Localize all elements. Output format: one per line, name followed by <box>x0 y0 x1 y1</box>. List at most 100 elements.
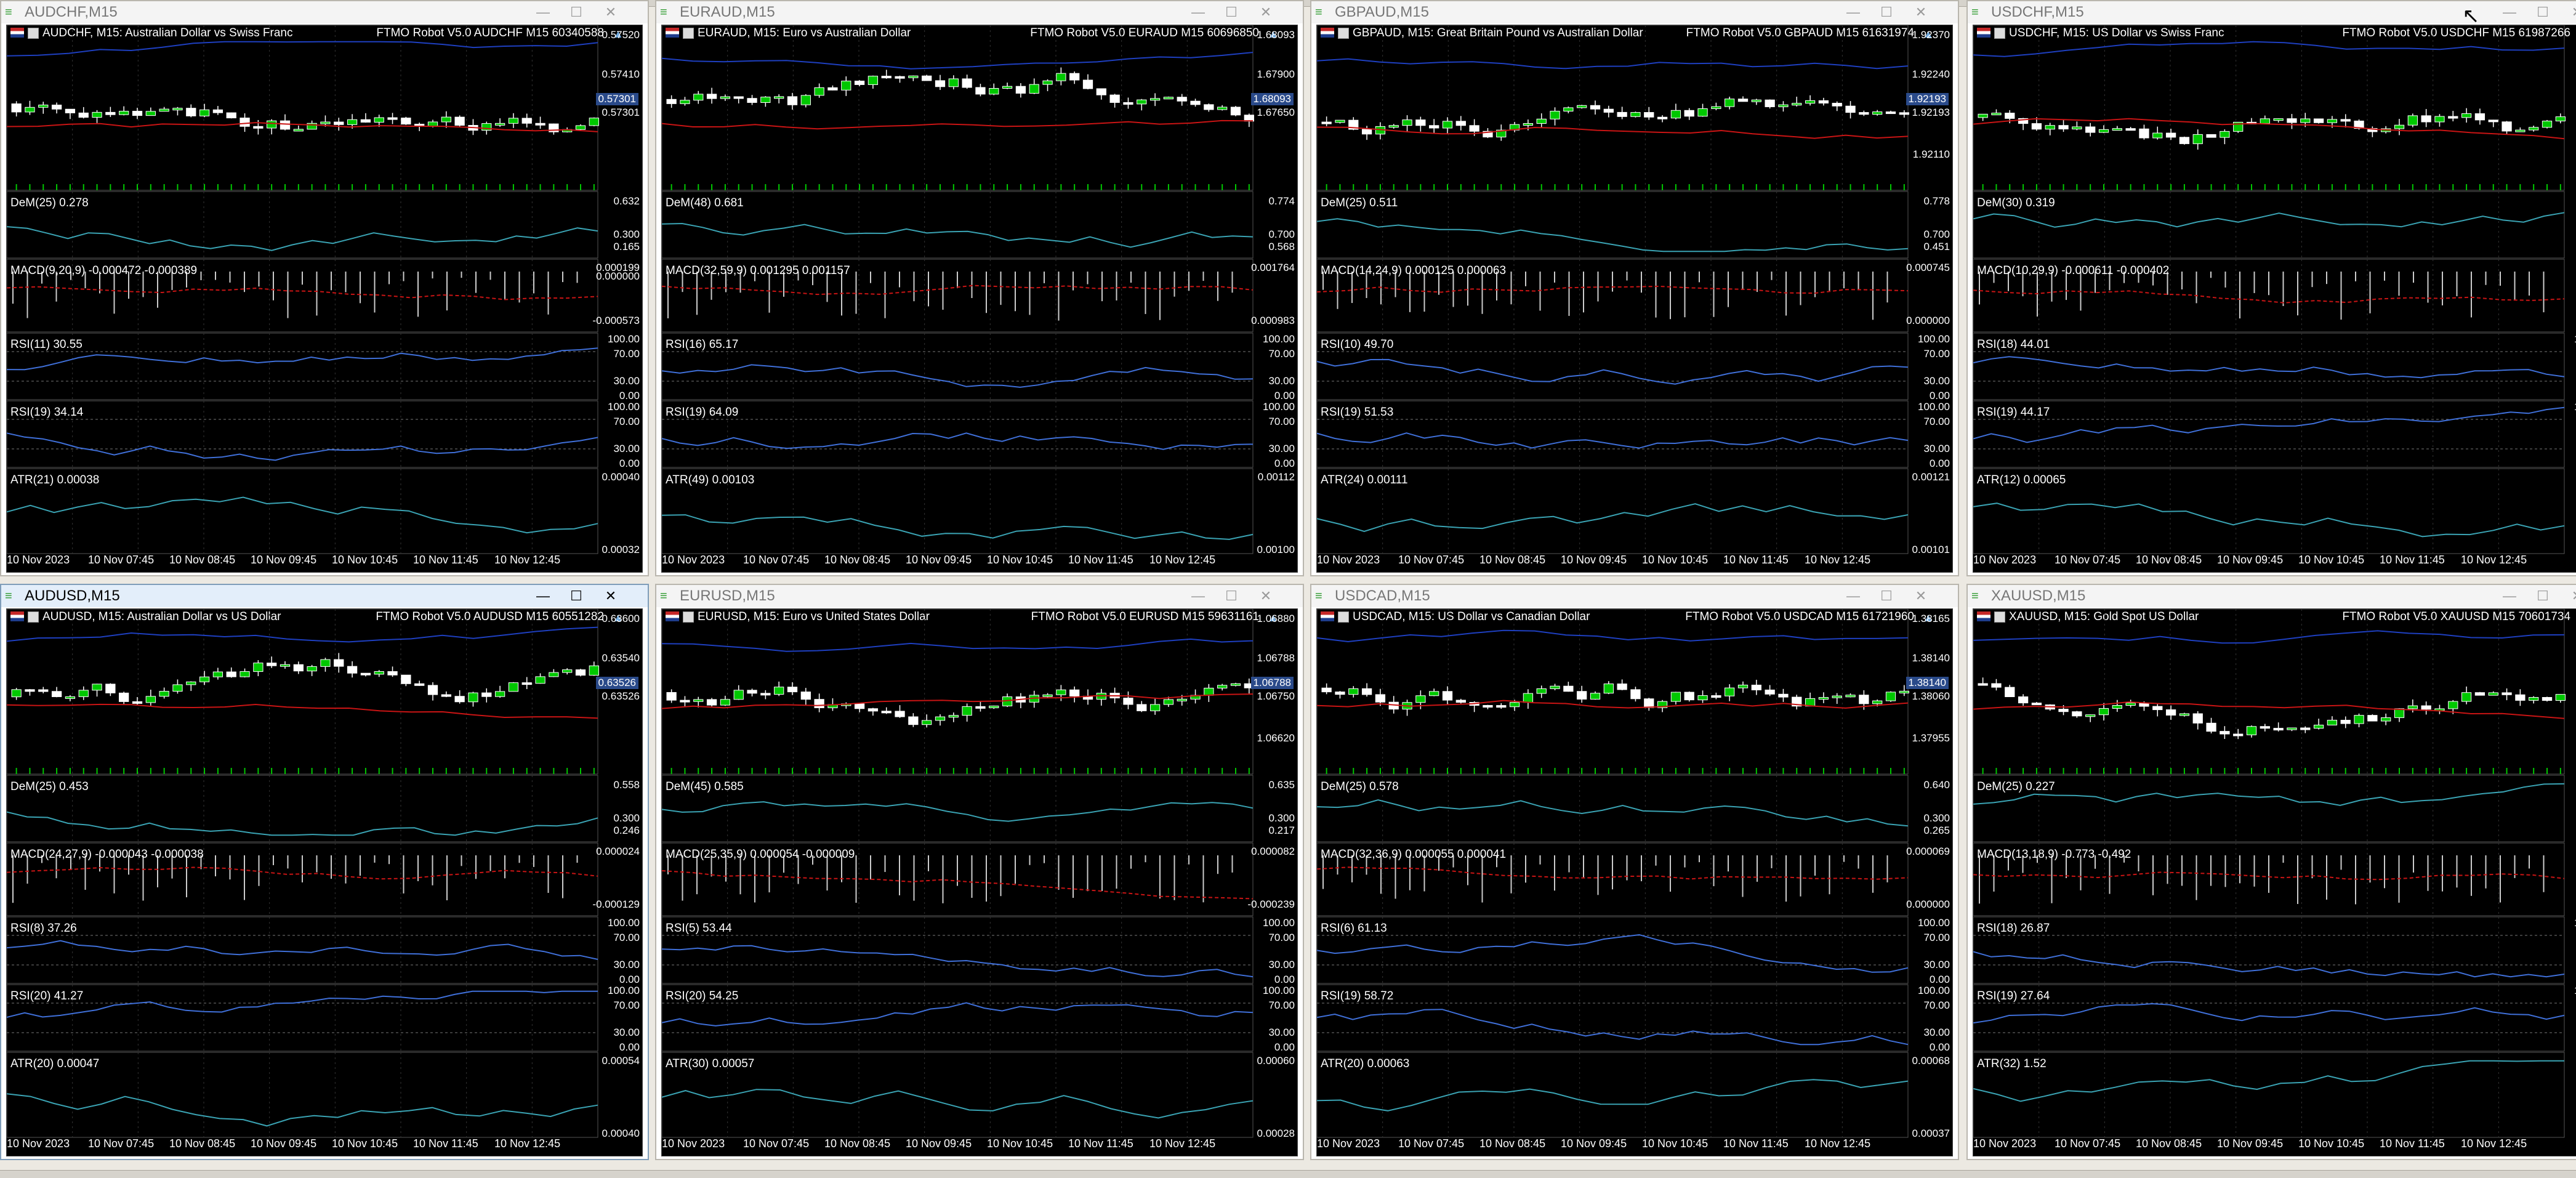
time-axis-label: 10 Nov 08:45 <box>1479 554 1546 566</box>
chart-canvas[interactable]: AUDUSD, M15: Australian Dollar vs US Dol… <box>6 608 643 1156</box>
rsi1-pane-frame <box>7 333 598 400</box>
close-button[interactable]: ✕ <box>2565 586 2576 606</box>
rsi-axis-tick: 70.00 <box>613 932 640 943</box>
window-titlebar[interactable]: ≡ USDCAD,M15 — ☐ ✕ <box>1311 585 1958 607</box>
window-titlebar[interactable]: ≡ USDCHF,M15 — ☐ ✕ <box>1968 1 2576 23</box>
rsi-axis-tick: 100.00 <box>1263 333 1295 345</box>
maximize-button[interactable]: ☐ <box>1874 2 1899 22</box>
time-axis-label: 10 Nov 2023 <box>662 1137 725 1150</box>
minimize-button[interactable]: — <box>1841 586 1866 606</box>
chart-canvas[interactable]: EURUSD, M15: Euro vs United States Dolla… <box>661 608 1298 1156</box>
chart-canvas[interactable]: EURAUD, M15: Euro vs Australian Dollar F… <box>661 25 1298 573</box>
chart-window-gbpaud[interactable]: ≡ GBPAUD,M15 — ☐ ✕ GBPAUD, M15: Great Br… <box>1310 0 1959 576</box>
candle <box>1015 86 1026 94</box>
window-titlebar[interactable]: ≡ GBPAUD,M15 — ☐ ✕ <box>1311 1 1958 23</box>
candle <box>549 672 559 677</box>
minimize-button[interactable]: — <box>2497 2 2522 22</box>
time-axis-label: 10 Nov 10:45 <box>332 1137 398 1150</box>
minimize-button[interactable]: — <box>1186 586 1210 606</box>
macd-axis-tick: 0.000024 <box>596 845 640 857</box>
maximize-button[interactable]: ☐ <box>1219 586 1244 606</box>
rsi-label: RSI(20) 41.27 <box>10 990 84 1003</box>
close-button[interactable]: ✕ <box>1909 2 1933 22</box>
close-button[interactable]: ✕ <box>2565 2 2576 22</box>
chart-tabs-bar[interactable] <box>0 1170 2576 1178</box>
atr-label: ATR(32) 1.52 <box>1977 1057 2047 1070</box>
window-titlebar[interactable]: ≡ EURUSD,M15 — ☐ ✕ <box>656 585 1303 607</box>
price-axis-tick: 0.57301 <box>602 107 640 118</box>
candle <box>1361 688 1372 695</box>
candle <box>253 663 264 672</box>
minimize-button[interactable]: — <box>531 2 555 22</box>
maximize-button[interactable]: ☐ <box>2530 586 2555 606</box>
minimize-button[interactable]: — <box>2497 586 2522 606</box>
maximize-button[interactable]: ☐ <box>564 586 589 606</box>
demarker-line <box>1973 212 2565 228</box>
chart-tab-icon: ≡ <box>5 6 12 19</box>
window-titlebar[interactable]: ≡ XAUUSD,M15 — ☐ ✕ <box>1968 585 2576 607</box>
rsi-axis-tick: 30.00 <box>1923 375 1950 387</box>
candle <box>1711 695 1721 698</box>
window-titlebar[interactable]: ≡ AUDCHF,M15 — ☐ ✕ <box>1 1 648 23</box>
chart-window-audusd[interactable]: ≡ AUDUSD,M15 — ☐ ✕ AUDUSD, M15: Australi… <box>0 584 649 1160</box>
window-titlebar[interactable]: ≡ AUDUSD,M15 — ☐ ✕ <box>1 585 648 607</box>
price-axis-tick: 1.92193 <box>1912 107 1950 118</box>
rsi-axis-tick: 30.00 <box>613 443 640 454</box>
candle <box>800 95 811 105</box>
candle <box>881 76 892 79</box>
price-pane-frame <box>1973 609 2565 775</box>
candle <box>1042 694 1053 697</box>
minimize-button[interactable]: — <box>1186 2 1210 22</box>
close-button[interactable]: ✕ <box>598 2 623 22</box>
chart-window-xauusd[interactable]: ≡ XAUUSD,M15 — ☐ ✕ XAUUSD, M15: Gold Spo… <box>1966 584 2576 1160</box>
demarker-axis-tick: 0.774 <box>1268 195 1295 207</box>
chart-window-usdchf[interactable]: ≡ USDCHF,M15 — ☐ ✕ USDCHF, M15: US Dolla… <box>1966 0 2576 576</box>
candle <box>1149 98 1161 101</box>
candle <box>25 689 35 692</box>
chart-canvas[interactable]: GBPAUD, M15: Great Britain Pound vs Aust… <box>1316 25 1953 573</box>
time-axis-label: 10 Nov 12:45 <box>1149 554 1216 566</box>
rsi-axis-tick: 100.00 <box>1918 333 1950 345</box>
candle <box>212 671 223 677</box>
chart-tab-icon: ≡ <box>1971 6 1979 19</box>
atr-pane-frame <box>1973 1052 2565 1138</box>
window-titlebar[interactable]: ≡ EURAUD,M15 — ☐ ✕ <box>656 1 1303 23</box>
atr-line <box>1317 503 1909 532</box>
chart-canvas[interactable]: USDCAD, M15: US Dollar vs Canadian Dolla… <box>1316 608 1953 1156</box>
close-button[interactable]: ✕ <box>1254 586 1278 606</box>
maximize-button[interactable]: ☐ <box>564 2 589 22</box>
minimize-button[interactable]: — <box>1841 2 1866 22</box>
chart-canvas[interactable]: XAUUSD, M15: Gold Spot US Dollar FTMO Ro… <box>1973 608 2576 1156</box>
time-axis-label: 10 Nov 07:45 <box>1398 554 1465 566</box>
rsi-label: RSI(5) 53.44 <box>666 922 732 935</box>
rsi1-pane-frame <box>1317 916 1909 984</box>
candle <box>1402 119 1412 126</box>
rsi1-pane-frame <box>7 916 598 984</box>
candle <box>1056 73 1066 81</box>
chart-window-eurusd[interactable]: ≡ EURUSD,M15 — ☐ ✕ EURUSD, M15: Euro vs … <box>655 584 1304 1160</box>
time-axis-label: 10 Nov 08:45 <box>1479 1137 1546 1150</box>
candle <box>307 666 317 672</box>
minimize-button[interactable]: — <box>531 586 555 606</box>
maximize-button[interactable]: ☐ <box>1874 586 1899 606</box>
chart-window-usdcad[interactable]: ≡ USDCAD,M15 — ☐ ✕ USDCAD, M15: US Dolla… <box>1310 584 1959 1160</box>
close-button[interactable]: ✕ <box>1909 586 1933 606</box>
close-button[interactable]: ✕ <box>1254 2 1278 22</box>
ma-slow-line <box>662 119 1254 130</box>
price-axis-tick: 0.57410 <box>602 68 640 80</box>
candle <box>2098 708 2109 716</box>
maximize-button[interactable]: ☐ <box>2530 2 2555 22</box>
candle <box>854 703 865 709</box>
chart-window-audchf[interactable]: ≡ AUDCHF,M15 — ☐ ✕ AUDCHF, M15: Australi… <box>0 0 649 576</box>
macd-axis-tick: 0.000983 <box>1251 315 1295 326</box>
chart-window-euraud[interactable]: ≡ EURAUD,M15 — ☐ ✕ EURAUD, M15: Euro vs … <box>655 0 1304 576</box>
maximize-button[interactable]: ☐ <box>1219 2 1244 22</box>
candle <box>145 111 156 116</box>
candle <box>1737 99 1749 102</box>
close-button[interactable]: ✕ <box>598 586 623 606</box>
chart-canvas[interactable]: USDCHF, M15: US Dollar vs Swiss Franc FT… <box>1973 25 2576 573</box>
candle <box>1321 687 1332 693</box>
price-axis-tick: 1.06750 <box>1257 690 1295 702</box>
demarker-label: DeM(45) 0.585 <box>666 780 744 793</box>
chart-canvas[interactable]: AUDCHF, M15: Australian Dollar vs Swiss … <box>6 25 643 573</box>
